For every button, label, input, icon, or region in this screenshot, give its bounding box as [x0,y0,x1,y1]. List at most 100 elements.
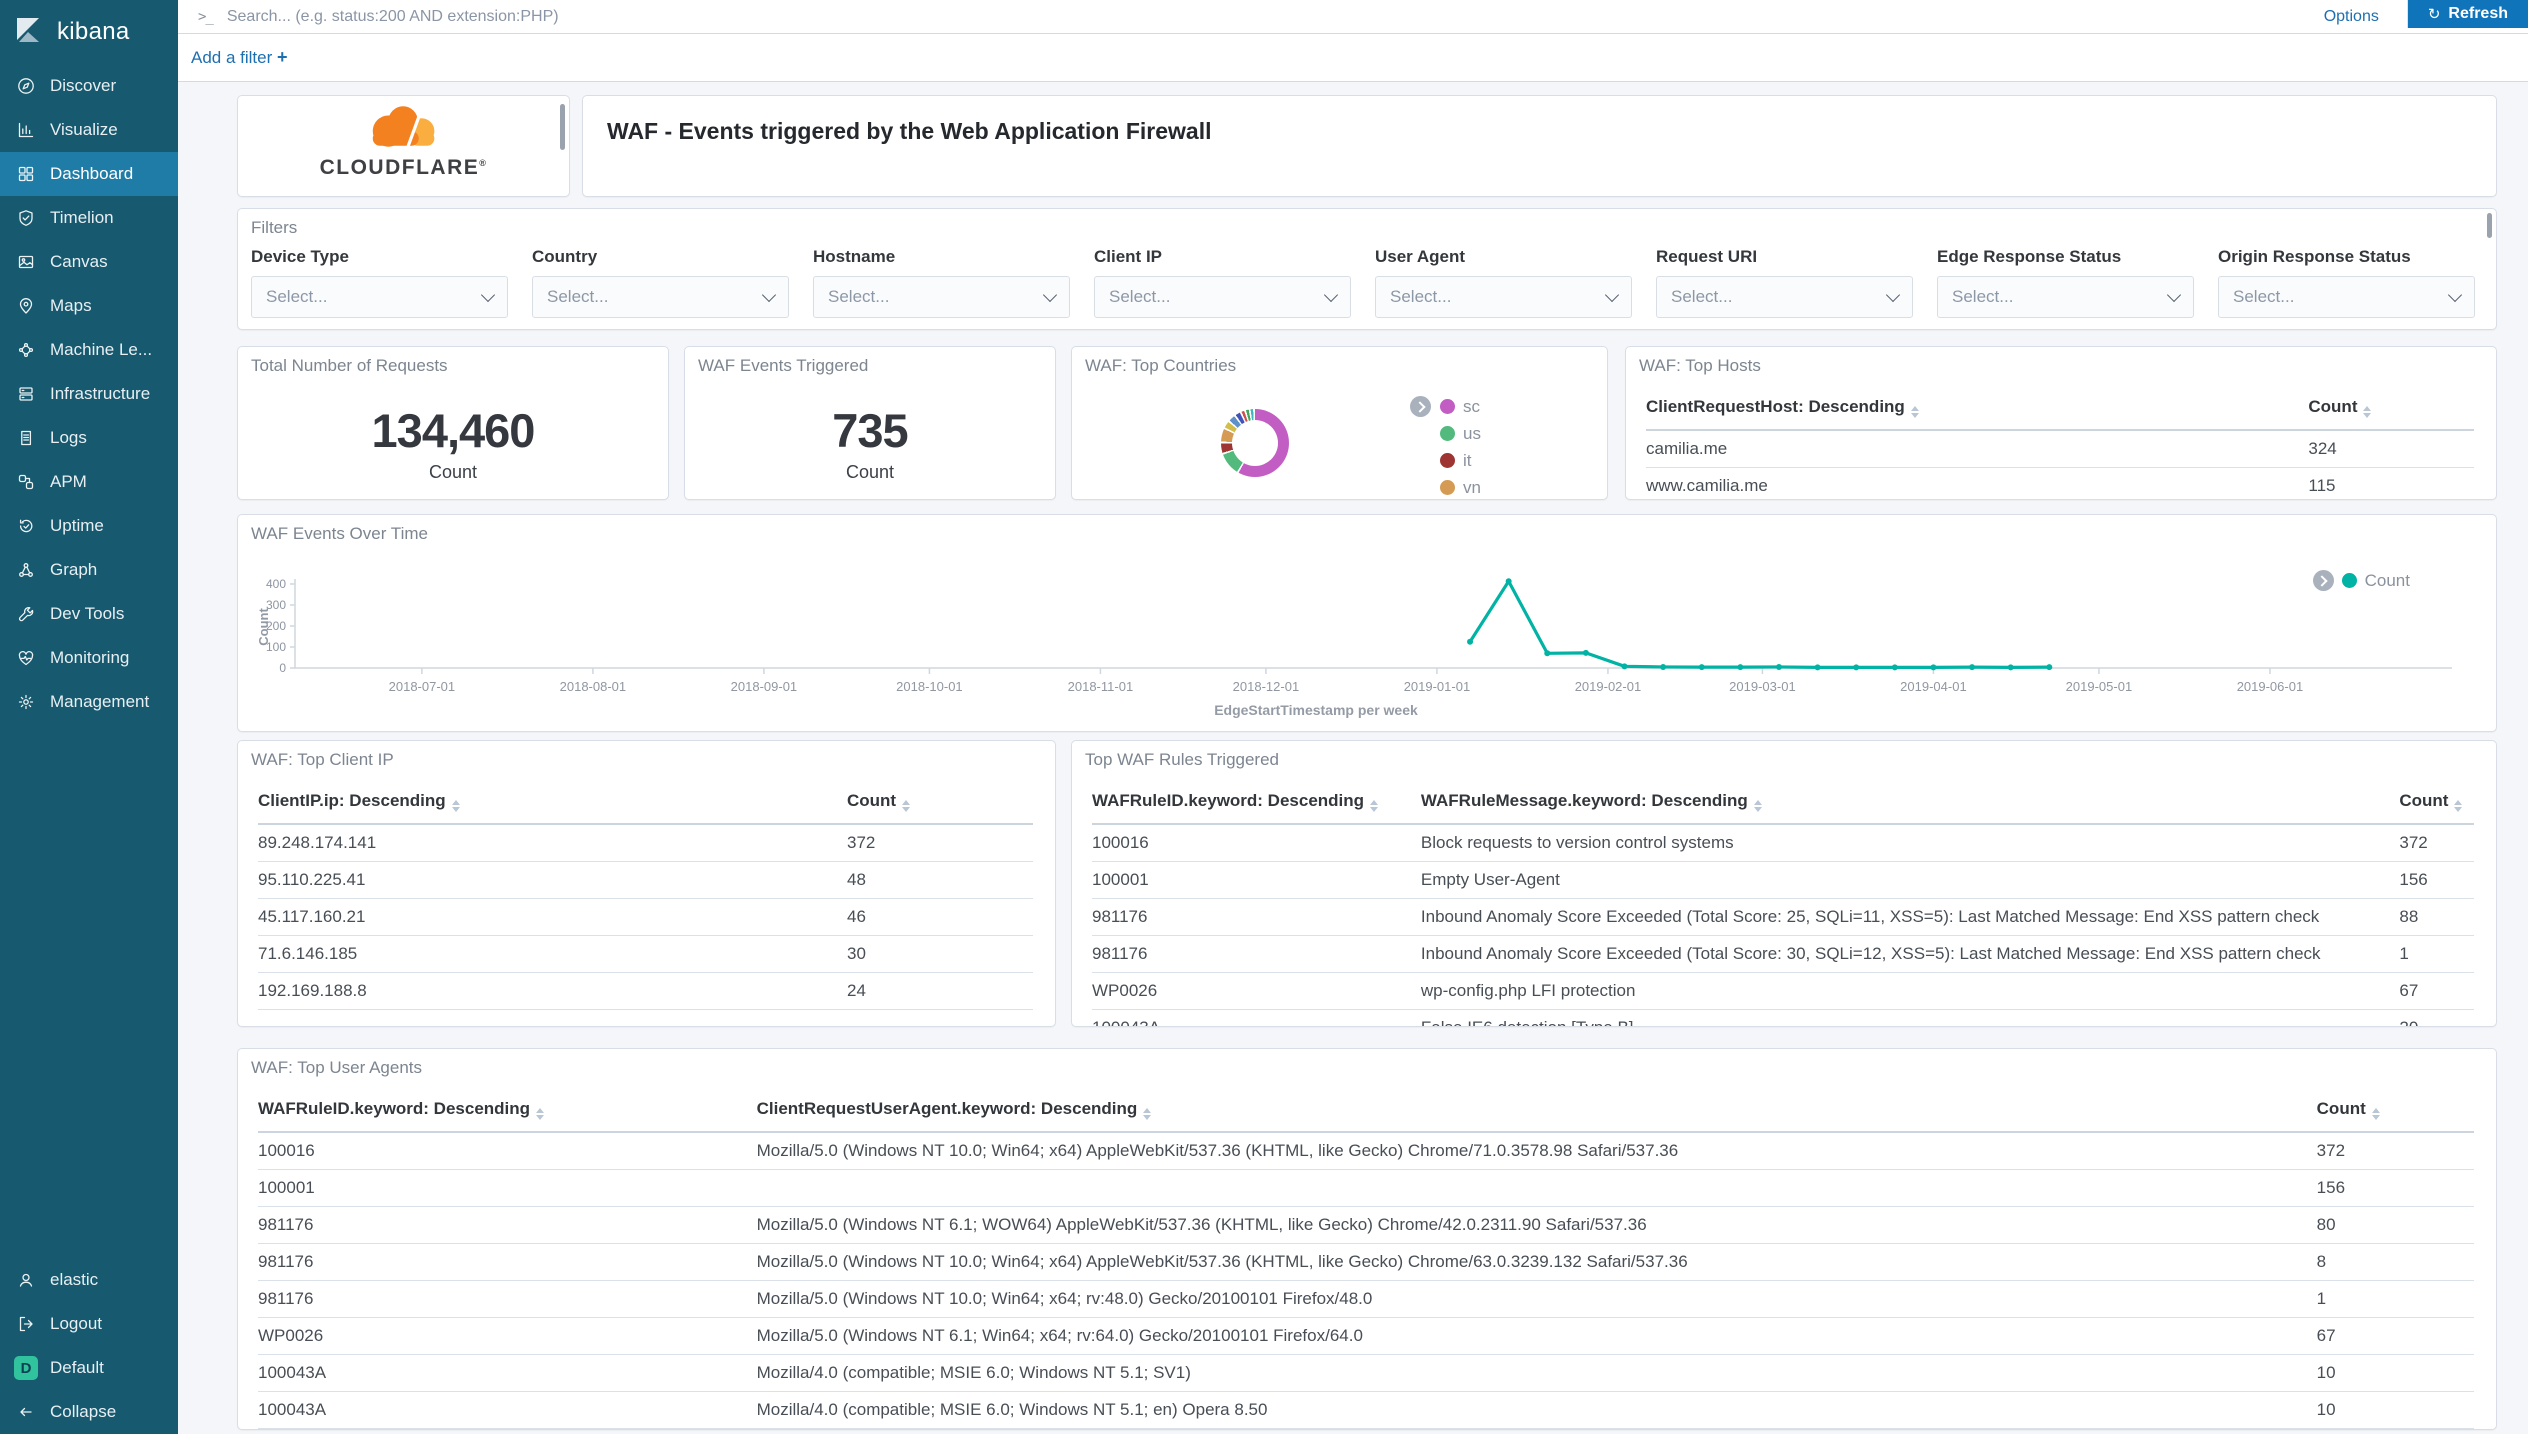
svg-text:2018-07-01: 2018-07-01 [389,679,456,694]
metric: 735 Count [685,403,1055,483]
machine-learning-icon [16,340,36,360]
device-type-filter-select[interactable]: Select... [251,276,508,318]
sidebar-item-timelion[interactable]: Timelion [0,196,178,240]
table-cell: wp-config.php LFI protection [1421,973,2399,1010]
request-uri-filter-select[interactable]: Select... [1656,276,1913,318]
metric-value: 134,460 [238,403,668,458]
panel-title: Filters [251,218,297,238]
sort-icon[interactable] [1143,1108,1151,1120]
topbar: >_ Search... (e.g. status:200 AND extens… [178,0,2528,34]
sidebar-item-uptime[interactable]: Uptime [0,504,178,548]
sidebar-item-elastic[interactable]: elastic [0,1258,178,1302]
legend-expand-icon[interactable] [1410,396,1431,417]
search-input[interactable]: Search... (e.g. status:200 AND extension… [227,8,2296,26]
hostname-filter-select[interactable]: Select... [813,276,1070,318]
column-header-count[interactable]: Count [2399,791,2474,824]
table-row: WP0026wp-config.php LFI protection67 [1092,973,2474,1010]
sidebar-item-monitoring[interactable]: Monitoring [0,636,178,680]
sidebar-item-canvas[interactable]: Canvas [0,240,178,284]
client-ip-filter-select[interactable]: Select... [1094,276,1351,318]
table-cell: 372 [847,824,1033,862]
panel-scrollbar[interactable] [2487,213,2492,238]
sidebar-item-logout[interactable]: Logout [0,1302,178,1346]
table-cell: 981176 [1092,936,1421,973]
sort-icon[interactable] [536,1108,544,1120]
sidebar-item-machine-le[interactable]: Machine Le... [0,328,178,372]
sort-icon[interactable] [1754,800,1762,812]
add-filter-button[interactable]: Add a filter + [191,47,288,68]
table-cell: 89.248.174.141 [258,824,847,862]
sidebar-item-discover[interactable]: Discover [0,64,178,108]
column-header-clientip-ip[interactable]: ClientIP.ip: Descending [258,791,847,824]
svg-text:2018-11-01: 2018-11-01 [1068,679,1134,694]
sidebar-item-maps[interactable]: Maps [0,284,178,328]
sort-icon[interactable] [2363,406,2371,418]
legend-dot [1440,480,1455,495]
panel-title: WAF Events Over Time [251,524,428,544]
dashboard-title-panel: WAF - Events triggered by the Web Applic… [582,95,2497,197]
column-header-wafruleid-keyword[interactable]: WAFRuleID.keyword: Descending [258,1099,757,1132]
edge-response-status-filter-select[interactable]: Select... [1937,276,2194,318]
top-waf-rules-table: WAFRuleID.keyword: DescendingWAFRuleMess… [1092,791,2474,1027]
table-row: camilia.me324 [1646,430,2474,468]
legend-item-it[interactable]: it [1440,447,1481,474]
dashboard-content: CLOUDFLARE® WAF - Events triggered by th… [178,82,2528,1434]
legend-item-vn[interactable]: vn [1440,474,1481,500]
user-agent-filter-select[interactable]: Select... [1375,276,1632,318]
table-cell: Mozilla/5.0 (Windows NT 6.1; Win64; x64;… [757,1318,2317,1355]
sidebar-item-apm[interactable]: APM [0,460,178,504]
sidebar-item-infrastructure[interactable]: Infrastructure [0,372,178,416]
sidebar-item-label: Logs [50,428,87,448]
filter-fields: Device TypeSelect...CountrySelect...Host… [251,247,2475,318]
sidebar-item-collapse[interactable]: Collapse [0,1390,178,1434]
sidebar-item-default[interactable]: DDefault [0,1346,178,1390]
legend-item-us[interactable]: us [1440,420,1481,447]
sidebar-item-logs[interactable]: Logs [0,416,178,460]
sidebar-item-management[interactable]: Management [0,680,178,724]
sort-icon[interactable] [452,800,460,812]
table-cell: 1 [2399,936,2474,973]
dashboard-title: WAF - Events triggered by the Web Applic… [607,118,1211,145]
table-row: WP0026Mozilla/5.0 (Windows NT 6.1; Win64… [258,1318,2474,1355]
top-countries-donut[interactable] [1221,409,1289,477]
kibana-logo-icon [12,14,44,51]
legend-item-sc[interactable]: sc [1440,393,1481,420]
panel-scrollbar[interactable] [560,104,565,150]
sidebar-item-dashboard[interactable]: Dashboard [0,152,178,196]
filter-label: Client IP [1094,247,1351,267]
table-row: 100001156 [258,1170,2474,1207]
origin-response-status-filter-select[interactable]: Select... [2218,276,2475,318]
column-header-wafrulemessage-keyword[interactable]: WAFRuleMessage.keyword: Descending [1421,791,2399,824]
table-row: 981176Mozilla/5.0 (Windows NT 6.1; WOW64… [258,1207,2474,1244]
country-filter-select[interactable]: Select... [532,276,789,318]
infrastructure-icon [16,384,36,404]
table-cell [757,1170,2317,1207]
table-header-row: ClientIP.ip: DescendingCount [258,791,1033,824]
top-countries-legend: scusitvn [1440,393,1481,500]
sidebar-item-dev-tools[interactable]: Dev Tools [0,592,178,636]
logout-icon [16,1314,36,1334]
table-cell: 95.110.225.41 [258,862,847,899]
column-header-clientrequesthost[interactable]: ClientRequestHost: Descending [1646,397,2308,430]
sort-icon[interactable] [1370,800,1378,812]
column-header-count[interactable]: Count [847,791,1033,824]
kibana-logo[interactable]: kibana [0,0,178,64]
sidebar-item-graph[interactable]: Graph [0,548,178,592]
sort-icon[interactable] [1911,406,1919,418]
table-row: 89.248.174.141372 [258,824,1033,862]
column-header-count[interactable]: Count [2317,1099,2474,1132]
sort-icon[interactable] [2454,800,2462,812]
cloudflare-wordmark: CLOUDFLARE® [320,156,488,180]
refresh-button[interactable]: ↻ Refresh [2407,0,2528,28]
waf-top-user-agents-table: WAFRuleID.keyword: DescendingClientReque… [258,1099,2474,1429]
table-row: 95.110.225.4148 [258,862,1033,899]
options-button[interactable]: Options [2296,0,2407,33]
sidebar-item-visualize[interactable]: Visualize [0,108,178,152]
column-header-wafruleid-keyword[interactable]: WAFRuleID.keyword: Descending [1092,791,1421,824]
svg-text:2019-03-01: 2019-03-01 [1729,679,1796,694]
sort-icon[interactable] [902,800,910,812]
column-header-count[interactable]: Count [2308,397,2474,430]
column-header-clientrequestuseragent-keyword[interactable]: ClientRequestUserAgent.keyword: Descendi… [757,1099,2317,1132]
sort-icon[interactable] [2372,1108,2380,1120]
table-row: 100001Empty User-Agent156 [1092,862,2474,899]
